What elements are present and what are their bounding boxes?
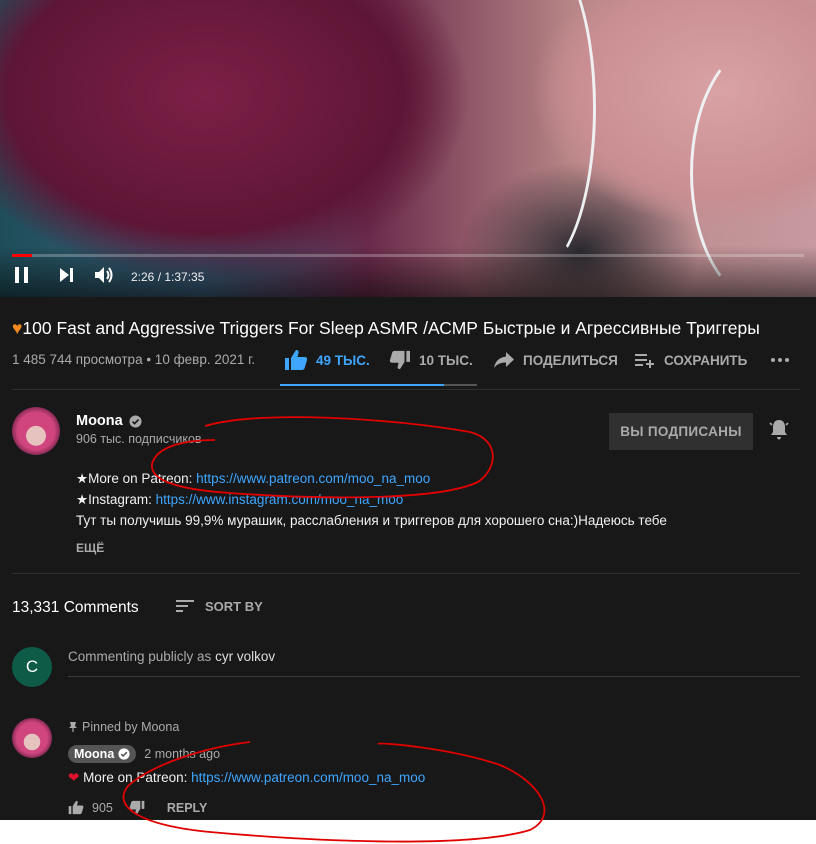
description-line: ★Instagram: https://www.instagram.com/mo… [76,492,403,508]
comment-input[interactable]: Commenting publicly as cyr volkov [68,649,275,664]
comment-text: ❤ More on Patreon: https://www.patreon.c… [68,770,425,786]
comment-input-placeholder: Commenting publicly as [68,649,216,664]
orange-heart-icon: ♥ [12,318,23,338]
comment-actions: 905 REPLY [68,800,207,815]
comment-time[interactable]: 2 months ago [144,747,220,761]
time-display: 2:26 / 1:37:35 [131,270,205,284]
show-more-button[interactable]: ЕЩЁ [76,541,104,555]
comment-author-avatar[interactable] [12,718,52,758]
video-player[interactable]: 2:26 / 1:37:35 [0,0,816,297]
share-label: ПОДЕЛИТЬСЯ [523,352,618,368]
description-text: ★More on Patreon: [76,471,197,486]
save-label: СОХРАНИТЬ [664,352,748,368]
sort-icon [176,600,194,612]
subscriber-count: 906 тыс. подписчиков [76,432,202,446]
verified-icon [118,748,130,760]
pause-button[interactable] [10,264,34,286]
comment-input-underline [68,676,800,677]
thumbs-down-icon[interactable] [129,800,145,815]
dislike-button[interactable]: 10 ТЫС. [389,344,473,376]
channel-name[interactable]: Moona [76,413,142,429]
comment-input-user: cyr volkov [215,649,276,664]
instagram-link[interactable]: https://www.instagram.com/moo_na_moo [156,492,404,507]
youtube-watch-page: 2:26 / 1:37:35 ♥100 Fast and Aggressive … [0,0,816,820]
video-meta: 1 485 744 просмотра • 10 февр. 2021 г. [12,352,256,367]
progress-bar[interactable] [12,254,804,257]
pinned-label: Pinned by Moona [68,720,179,734]
volume-icon [95,267,113,283]
comment-patreon-link[interactable]: https://www.patreon.com/moo_na_moo [191,770,425,785]
comment-like-count: 905 [92,800,113,815]
sort-label: SORT BY [205,598,263,614]
divider [12,389,800,390]
comment-author-row: Moona 2 months ago [68,745,220,763]
divider [12,573,800,574]
patreon-link[interactable]: https://www.patreon.com/moo_na_moo [196,471,430,486]
pause-icon [15,267,28,283]
share-icon [494,352,514,368]
save-button[interactable]: СОХРАНИТЬ [634,344,747,376]
video-title-text: 100 Fast and Aggressive Triggers For Sle… [22,318,760,338]
comments-count: 13,331 Comments [12,599,139,616]
verified-icon [129,414,142,428]
share-button[interactable]: ПОДЕЛИТЬСЯ [493,344,618,376]
comment-author-badge[interactable]: Moona [68,745,137,763]
volume-button[interactable] [92,264,116,286]
sort-by-button[interactable]: SORT BY [175,598,263,614]
notification-bell-button[interactable] [767,418,793,444]
progress-fill [12,254,32,257]
like-ratio-bar [280,384,477,386]
video-title: ♥100 Fast and Aggressive Triggers For Sl… [12,318,760,339]
next-button[interactable] [54,264,78,286]
more-actions-button[interactable] [770,344,790,376]
like-ratio-fill [280,384,444,386]
thumbs-up-icon[interactable] [68,800,84,815]
description-line: Тут ты получишь 99,9% мурашик, расслабле… [76,513,667,528]
thumbs-down-icon [389,350,410,370]
reply-button[interactable]: REPLY [167,801,208,815]
skip-next-icon [60,268,73,282]
description-line: ★More on Patreon: https://www.patreon.co… [76,471,430,487]
more-horiz-icon [771,358,789,362]
comment-author-name: Moona [74,747,115,761]
earphone-cable [470,0,596,276]
like-button[interactable]: 49 ТЫС. [284,344,370,376]
description-text: ★Instagram: [76,492,156,507]
bell-icon [769,420,789,440]
red-heart-icon: ❤ [68,770,80,785]
playlist-add-icon [635,354,654,368]
comment-text-body: More on Patreon: [79,770,192,785]
thumbs-up-icon [285,350,308,370]
like-count: 49 ТЫС. [316,352,370,368]
pinned-text: Pinned by Moona [82,720,180,734]
dislike-count: 10 ТЫС. [419,352,473,368]
channel-avatar[interactable] [12,407,60,455]
current-user-avatar: C [12,647,52,687]
channel-name-text: Moona [76,413,123,429]
subscribe-button[interactable]: ВЫ ПОДПИСАНЫ [609,413,753,450]
player-controls: 2:26 / 1:37:35 [0,246,816,297]
pin-icon [69,722,77,732]
